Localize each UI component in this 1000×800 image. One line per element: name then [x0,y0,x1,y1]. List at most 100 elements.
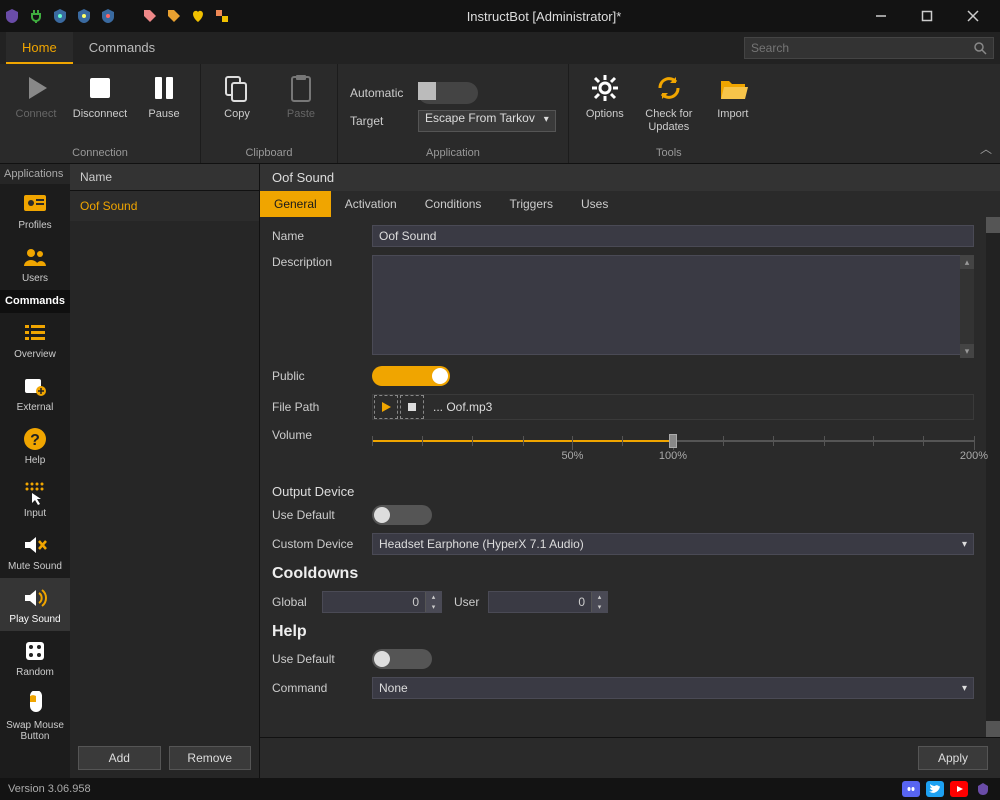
ribbon-group-connection: Connect Disconnect Pause Connection [0,64,201,163]
close-button[interactable] [950,0,996,32]
etab-general[interactable]: General [260,191,331,217]
discord-icon[interactable] [902,781,920,797]
cooldowns-heading: Cooldowns [272,565,974,583]
shield-icon-2 [76,8,92,24]
app-mute-sound[interactable]: Mute Sound [0,525,70,578]
editor-tabs: General Activation Conditions Triggers U… [260,191,1000,217]
heart-icon [190,8,206,24]
add-button[interactable]: Add [78,746,161,770]
target-label: Target [350,114,410,128]
etab-conditions[interactable]: Conditions [411,191,496,217]
name-input[interactable] [372,225,974,247]
copy-button[interactable]: Copy [209,68,265,121]
use-default-toggle[interactable] [372,505,432,525]
mute-icon [21,531,49,559]
editor-scrollbar[interactable] [986,217,1000,737]
app-random[interactable]: Random [0,631,70,684]
scrollbar-up[interactable] [986,217,1000,233]
maximize-button[interactable] [904,0,950,32]
app-profiles[interactable]: Profiles [0,184,70,237]
ribbon: Connect Disconnect Pause Connection Copy… [0,64,1000,164]
file-play-button[interactable] [374,395,398,419]
public-toggle[interactable] [372,366,450,386]
twitter-icon[interactable] [926,781,944,797]
external-icon [21,372,49,400]
cooldown-user-input[interactable]: 0 ▴▾ [488,591,608,613]
disconnect-button[interactable]: Disconnect [72,68,128,121]
search-box[interactable] [744,37,994,59]
automatic-label: Automatic [350,86,410,100]
youtube-icon[interactable] [950,781,968,797]
input-icon [21,478,49,506]
ribbon-collapse-button[interactable]: ︿ [980,140,992,157]
applications-sidebar: Applications Profiles Users Commands Ove… [0,164,70,778]
tab-home[interactable]: Home [6,32,73,64]
pause-button[interactable]: Pause [136,68,192,121]
check-updates-button[interactable]: Check for Updates [641,68,697,134]
window-buttons [858,0,996,32]
cooldown-global-input[interactable]: 0 ▴▾ [322,591,442,613]
target-select[interactable]: Escape From Tarkov [418,110,556,132]
help-use-default-toggle[interactable] [372,649,432,669]
app-users[interactable]: Users [0,237,70,290]
user-spin-down[interactable]: ▾ [591,602,607,612]
volume-slider[interactable]: 50% 100% 200% [372,432,974,460]
help-use-default-label: Use Default [272,652,362,666]
version-label: Version 3.06.958 [8,783,91,795]
custom-device-select[interactable]: Headset Earphone (HyperX 7.1 Audio) [372,533,974,555]
remove-button[interactable]: Remove [169,746,252,770]
tab-commands[interactable]: Commands [73,32,171,64]
app-play-sound[interactable]: Play Sound [0,578,70,631]
global-spin-down[interactable]: ▾ [425,602,441,612]
refresh-icon [653,72,685,104]
filepath-text: ... Oof.mp3 [425,400,973,414]
command-select[interactable]: None [372,677,974,699]
import-button[interactable]: Import [705,68,761,121]
app-input[interactable]: Input [0,472,70,525]
app-overview[interactable]: Overview [0,313,70,366]
name-column-header[interactable]: Name [70,164,259,191]
svg-text:?: ? [30,432,40,449]
filepath-label: File Path [272,400,362,414]
menubar: Home Commands [0,32,1000,64]
app-tray-icon[interactable] [974,781,992,797]
titlebar-icons-left [4,8,230,24]
gear-icon [589,72,621,104]
folder-open-icon [717,72,749,104]
app-external[interactable]: External [0,366,70,419]
app-help[interactable]: ? Help [0,419,70,472]
search-input[interactable] [751,41,973,55]
etab-uses[interactable]: Uses [567,191,622,217]
options-button[interactable]: Options [577,68,633,121]
name-list-panel: Name Oof Sound Add Remove [70,164,260,778]
user-spin-up[interactable]: ▴ [591,592,607,602]
file-stop-button[interactable] [400,395,424,419]
editor-body: Name Description ▴▾ Public File Path [260,217,1000,737]
search-icon [973,41,987,55]
paste-icon [285,72,317,104]
copy-icon [221,72,253,104]
list-item[interactable]: Oof Sound [70,191,259,221]
paste-button[interactable]: Paste [273,68,329,121]
filepath-input[interactable]: ... Oof.mp3 [372,394,974,420]
ribbon-group-application: Automatic Target Escape From Tarkov Appl… [338,64,569,163]
command-label: Command [272,681,362,695]
play-icon [20,72,52,104]
etab-activation[interactable]: Activation [331,191,411,217]
app-swap-mouse[interactable]: Swap Mouse Button [0,684,70,748]
scrollbar-down[interactable] [986,721,1000,737]
minimize-button[interactable] [858,0,904,32]
etab-triggers[interactable]: Triggers [495,191,567,217]
shield-icon-1 [52,8,68,24]
app-commands[interactable]: Commands [0,290,70,313]
connect-button[interactable]: Connect [8,68,64,121]
dice-icon [21,637,49,665]
tag-icon-3 [214,8,230,24]
apply-button[interactable]: Apply [918,746,988,770]
statusbar: Version 3.06.958 [0,778,1000,800]
description-scrollbar[interactable]: ▴▾ [960,255,974,358]
description-input[interactable] [372,255,974,355]
automatic-toggle[interactable] [418,82,478,104]
global-spin-up[interactable]: ▴ [425,592,441,602]
stop-icon [84,72,116,104]
